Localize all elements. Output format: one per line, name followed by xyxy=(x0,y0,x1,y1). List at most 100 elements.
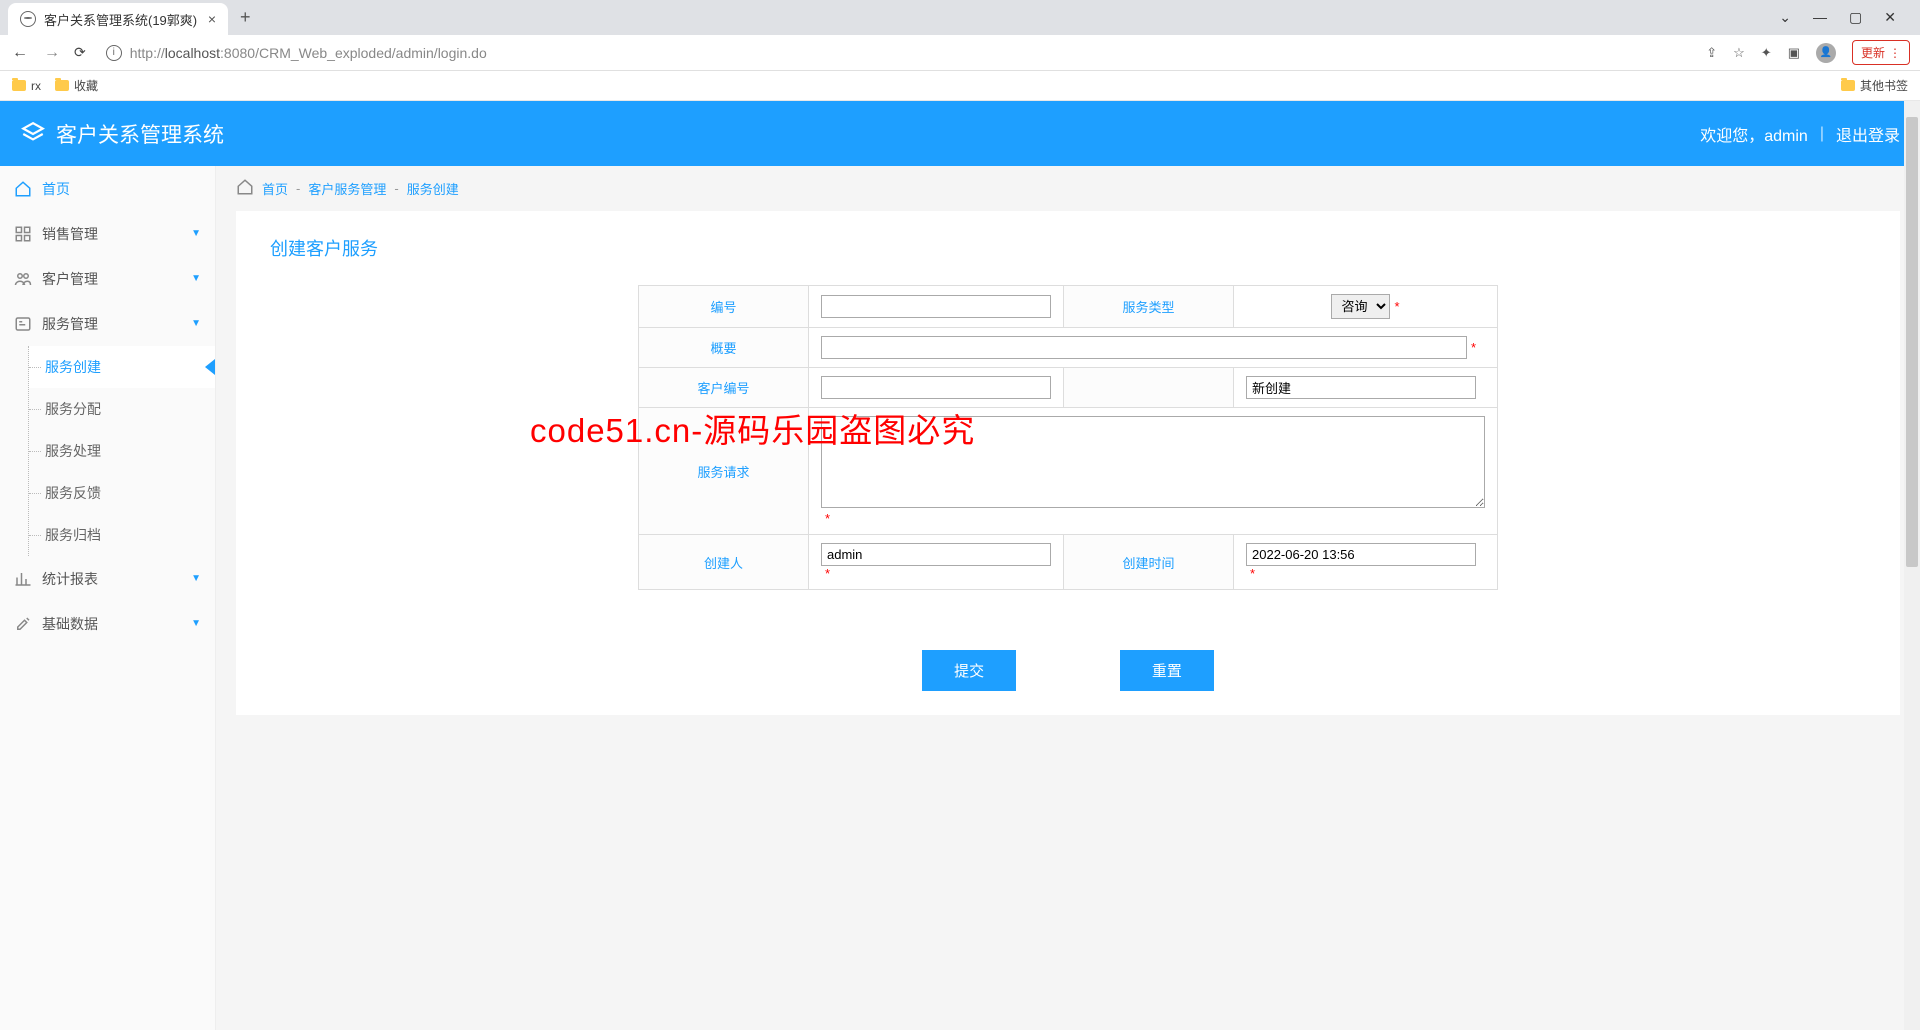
creator-input[interactable] xyxy=(821,543,1051,566)
breadcrumb-sep: - xyxy=(394,181,398,196)
share-icon[interactable]: ⇪ xyxy=(1706,45,1717,61)
chevron-down-icon: ▼ xyxy=(191,273,201,284)
panel-title: 创建客户服务 xyxy=(260,235,1876,261)
close-window-icon[interactable]: ✕ xyxy=(1884,9,1896,26)
grid-icon xyxy=(14,225,32,243)
customer-label: 客户编号 xyxy=(639,368,809,408)
sidebar-sub-service-archive[interactable]: 服务归档 xyxy=(29,514,215,556)
sidebar-item-base[interactable]: 基础数据 ▼ xyxy=(0,601,215,646)
status-input[interactable] xyxy=(1246,376,1476,399)
chevron-down-icon: ▼ xyxy=(191,573,201,584)
button-row: 提交 重置 xyxy=(260,650,1876,691)
creator-label: 创建人 xyxy=(639,535,809,590)
sidebar-sub-service-assign[interactable]: 服务分配 xyxy=(29,388,215,430)
form-panel: 创建客户服务 编号 服务类型 咨询 * 概要 * 客户编号 xyxy=(236,211,1900,715)
type-select[interactable]: 咨询 xyxy=(1331,294,1390,319)
back-icon[interactable]: ← xyxy=(10,44,30,62)
bookmark-star-icon[interactable]: ☆ xyxy=(1733,45,1745,61)
globe-icon xyxy=(20,11,36,27)
reload-icon[interactable]: ⟳ xyxy=(74,44,86,61)
address-bar: ← → ⟳ i http://localhost:8080/CRM_Web_ex… xyxy=(0,35,1920,71)
chevron-down-icon: ▼ xyxy=(191,228,201,239)
forward-icon[interactable]: → xyxy=(42,44,62,62)
folder-icon xyxy=(12,80,26,91)
breadcrumb-sep: - xyxy=(296,181,300,196)
breadcrumb-service-mgmt[interactable]: 客户服务管理 xyxy=(308,179,386,198)
submit-button[interactable]: 提交 xyxy=(922,650,1016,691)
request-label: 服务请求 xyxy=(639,408,809,535)
maximize-icon[interactable]: ▢ xyxy=(1849,9,1862,26)
required-mark: * xyxy=(1250,566,1255,581)
service-icon xyxy=(14,315,32,333)
scrollbar[interactable] xyxy=(1904,101,1920,1030)
sidebar-service-submenu: 服务创建 服务分配 服务处理 服务反馈 服务归档 xyxy=(28,346,215,556)
chart-icon xyxy=(14,570,32,588)
bookmark-fav[interactable]: 收藏 xyxy=(55,77,98,94)
window-dropdown-icon[interactable]: ⌄ xyxy=(1779,9,1791,26)
sidebar-sub-service-create[interactable]: 服务创建 xyxy=(29,346,215,388)
create-time-input[interactable] xyxy=(1246,543,1476,566)
scrollbar-thumb[interactable] xyxy=(1906,117,1918,567)
new-tab-button[interactable]: + xyxy=(228,7,263,28)
folder-icon xyxy=(1841,80,1855,91)
separator: | xyxy=(1820,125,1824,143)
close-icon[interactable]: × xyxy=(208,11,216,27)
sidebar-sub-service-feedback[interactable]: 服务反馈 xyxy=(29,472,215,514)
home-icon xyxy=(236,178,254,199)
id-label: 编号 xyxy=(639,286,809,328)
site-info-icon[interactable]: i xyxy=(106,45,122,61)
request-textarea[interactable] xyxy=(821,416,1485,508)
id-input[interactable] xyxy=(821,295,1051,318)
app-logo: 客户关系管理系统 xyxy=(20,119,224,149)
chevron-down-icon: ▼ xyxy=(191,318,201,329)
url-text: http://localhost:8080/CRM_Web_exploded/a… xyxy=(130,45,487,61)
bookmarks-bar: rx 收藏 其他书签 xyxy=(0,71,1920,101)
tools-icon xyxy=(14,615,32,633)
create-time-label: 创建时间 xyxy=(1064,535,1234,590)
chevron-down-icon: ▼ xyxy=(191,618,201,629)
type-label: 服务类型 xyxy=(1064,286,1234,328)
update-button[interactable]: 更新 ⋮ xyxy=(1852,40,1910,65)
folder-icon xyxy=(55,80,69,91)
required-mark: * xyxy=(825,566,830,581)
sidebar-item-customer[interactable]: 客户管理 ▼ xyxy=(0,256,215,301)
extensions-icon[interactable]: ✦ xyxy=(1761,45,1772,61)
sidebar-sub-service-process[interactable]: 服务处理 xyxy=(29,430,215,472)
required-mark: * xyxy=(1471,340,1476,355)
app-header: 客户关系管理系统 欢迎您，admin | 退出登录 xyxy=(0,101,1920,166)
profile-avatar-icon[interactable]: 👤 xyxy=(1816,43,1836,63)
browser-tab[interactable]: 客户关系管理系统(19郭爽) × xyxy=(8,3,228,35)
content-area: 首页 - 客户服务管理 - 服务创建 创建客户服务 编号 服务类型 咨询 * 概要… xyxy=(216,166,1920,1030)
reset-button[interactable]: 重置 xyxy=(1120,650,1214,691)
home-icon xyxy=(14,180,32,198)
summary-label: 概要 xyxy=(639,328,809,368)
sidebar-item-stats[interactable]: 统计报表 ▼ xyxy=(0,556,215,601)
summary-input[interactable] xyxy=(821,336,1467,359)
sidebar-item-label: 统计报表 xyxy=(42,569,98,589)
logout-link[interactable]: 退出登录 xyxy=(1836,122,1900,146)
welcome-text: 欢迎您，admin xyxy=(1700,122,1808,146)
tab-title: 客户关系管理系统(19郭爽) xyxy=(44,10,197,29)
tab-bar: 客户关系管理系统(19郭爽) × + ⌄ — ▢ ✕ xyxy=(0,0,1920,35)
customer-input[interactable] xyxy=(821,376,1051,399)
url-field[interactable]: i http://localhost:8080/CRM_Web_exploded… xyxy=(98,45,1694,61)
app-title: 客户关系管理系统 xyxy=(56,119,224,149)
status-label xyxy=(1064,368,1234,408)
required-mark: * xyxy=(825,511,830,526)
sidebar-item-label: 客户管理 xyxy=(42,269,98,289)
breadcrumb-service-create[interactable]: 服务创建 xyxy=(407,179,459,198)
breadcrumb-home[interactable]: 首页 xyxy=(262,179,288,198)
required-mark: * xyxy=(1394,299,1399,314)
logo-icon xyxy=(20,121,46,147)
minimize-icon[interactable]: — xyxy=(1813,9,1827,26)
breadcrumb: 首页 - 客户服务管理 - 服务创建 xyxy=(216,166,1920,211)
sidebar-item-service[interactable]: 服务管理 ▼ xyxy=(0,301,215,346)
sidebar-item-sales[interactable]: 销售管理 ▼ xyxy=(0,211,215,256)
bookmark-rx[interactable]: rx xyxy=(12,77,41,94)
sidebar-item-home[interactable]: 首页 xyxy=(0,166,215,211)
side-panel-icon[interactable]: ▣ xyxy=(1788,45,1800,61)
bookmark-other[interactable]: 其他书签 xyxy=(1841,77,1908,94)
sidebar-item-label: 基础数据 xyxy=(42,614,98,634)
sidebar-item-label: 销售管理 xyxy=(42,224,98,244)
sidebar: 首页 销售管理 ▼ 客户管理 ▼ 服务管理 ▼ 服务创建 服务分配 服务处理 服… xyxy=(0,166,216,1030)
